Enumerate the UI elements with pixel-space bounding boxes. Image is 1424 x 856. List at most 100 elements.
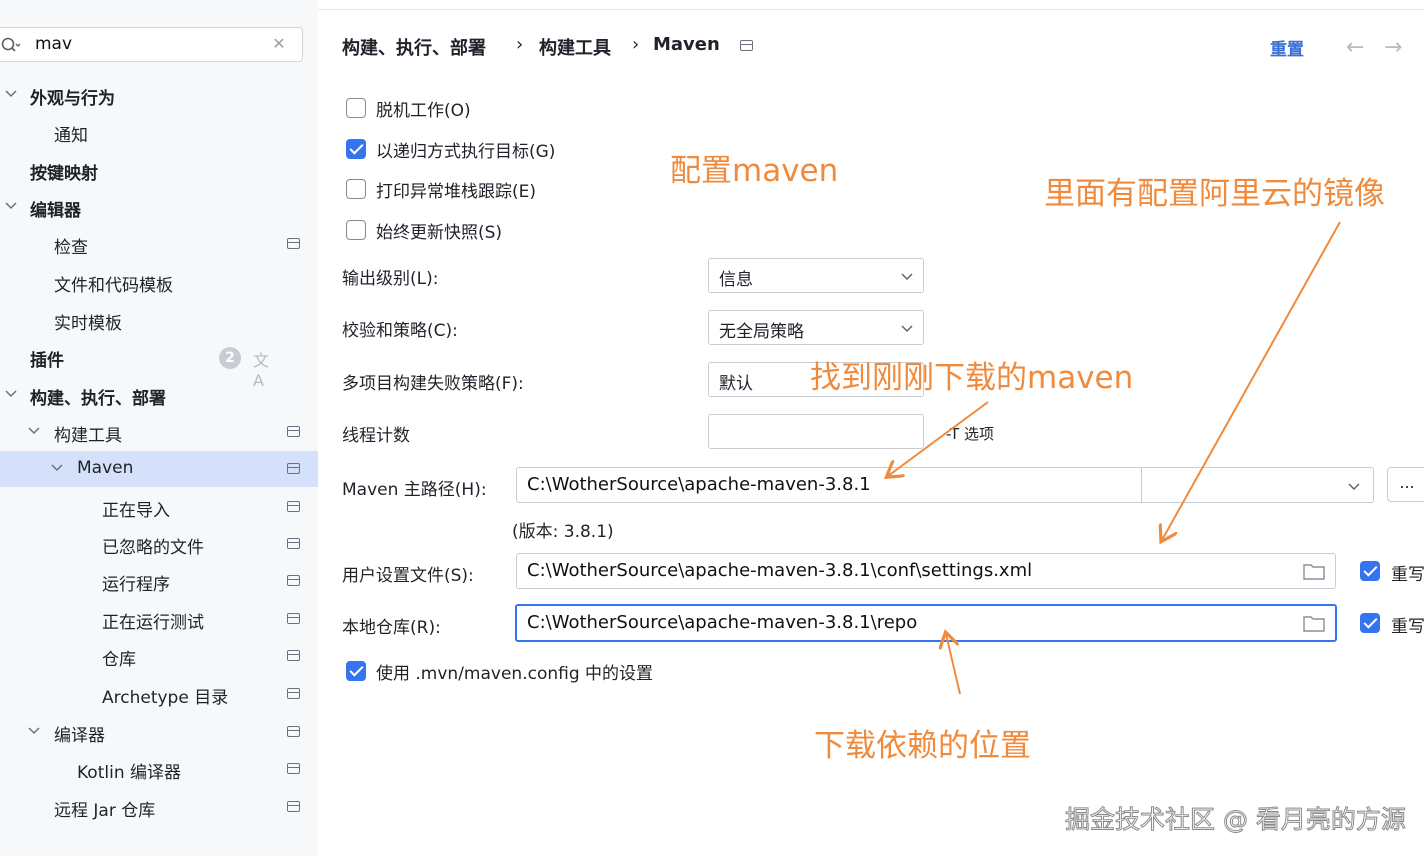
sidebar-item-appearance[interactable]: 外观与行为 <box>0 77 318 113</box>
breadcrumb-item[interactable]: 构建工具 <box>539 34 611 60</box>
sidebar-item-label: 已忽略的文件 <box>102 538 204 558</box>
translate-icon: 文A <box>253 351 270 390</box>
recursive-checkbox[interactable] <box>346 139 366 159</box>
folder-icon[interactable] <box>1303 615 1325 632</box>
local-repo-override-checkbox[interactable] <box>1360 613 1380 633</box>
thread-count-input[interactable] <box>708 414 924 449</box>
project-scope-icon <box>287 763 300 774</box>
divider <box>318 9 1424 10</box>
plugin-count-badge: 2 <box>219 347 241 369</box>
chevron-down-icon[interactable] <box>50 461 64 475</box>
project-scope-icon <box>287 801 300 812</box>
sidebar-item-label: Kotlin 编译器 <box>77 763 181 783</box>
sidebar-item-label: 编译器 <box>54 726 105 746</box>
sidebar-item-maven[interactable]: Maven <box>0 451 318 487</box>
sidebar-item-label: 插件 <box>30 351 64 371</box>
search-query: mav <box>35 34 73 54</box>
sidebar-item-label: 运行程序 <box>102 575 170 595</box>
settings-search-input[interactable]: mav ✕ <box>0 27 303 62</box>
clear-search-icon[interactable]: ✕ <box>271 36 287 52</box>
sidebar-item-label: 构建、执行、部署 <box>30 389 166 409</box>
sidebar-item-running-tests[interactable]: 正在运行测试 <box>0 601 318 637</box>
sidebar-item-label: 远程 Jar 仓库 <box>54 801 156 821</box>
sidebar-item-editor[interactable]: 编辑器 <box>0 189 318 225</box>
chevron-down-icon[interactable] <box>4 199 18 213</box>
annotation-download-location: 下载依赖的位置 <box>814 728 1031 764</box>
sidebar-item-kotlin-compiler[interactable]: Kotlin 编译器 <box>0 751 318 787</box>
print-stack-checkbox[interactable] <box>346 179 366 199</box>
user-settings-value: C:\WotherSource\apache-maven-3.8.1\conf\… <box>527 560 1033 581</box>
sidebar-item-importing[interactable]: 正在导入 <box>0 489 318 525</box>
sidebar-item-build-tools[interactable]: 构建工具 <box>0 414 318 450</box>
multiproject-fail-label: 多项目构建失败策略(F): <box>342 374 524 394</box>
sidebar-item-compiler[interactable]: 编译器 <box>0 714 318 750</box>
sidebar-item-repositories[interactable]: 仓库 <box>0 638 318 674</box>
sidebar-item-inspections[interactable]: 检查 <box>0 226 318 262</box>
checksum-policy-value: 无全局策略 <box>719 322 804 342</box>
offline-checkbox[interactable] <box>346 98 366 118</box>
project-scope-icon <box>740 40 753 51</box>
local-repo-value: C:\WotherSource\apache-maven-3.8.1\repo <box>527 612 918 633</box>
folder-icon[interactable] <box>1303 563 1325 580</box>
sidebar-item-ignored-files[interactable]: 已忽略的文件 <box>0 526 318 562</box>
sidebar-item-file-templates[interactable]: 文件和代码模板 <box>0 264 318 300</box>
output-level-select[interactable]: 信息 <box>708 258 924 293</box>
project-scope-icon <box>287 613 300 624</box>
sidebar-item-label: 构建工具 <box>54 426 122 446</box>
sidebar-item-label: 实时模板 <box>54 314 122 334</box>
sidebar-item-plugins[interactable]: 插件 2 文A <box>0 339 318 390</box>
local-repo-input[interactable]: C:\WotherSource\apache-maven-3.8.1\repo <box>515 604 1337 642</box>
annotation-config-maven: 配置maven <box>670 153 839 189</box>
chevron-down-icon[interactable] <box>4 387 18 401</box>
breadcrumb-item: Maven <box>653 34 720 55</box>
project-scope-icon <box>287 726 300 737</box>
breadcrumb-item[interactable]: 构建、执行、部署 <box>342 34 486 60</box>
search-icon <box>1 37 21 52</box>
sidebar-item-label: 按键映射 <box>30 164 98 184</box>
sidebar-item-runner[interactable]: 运行程序 <box>0 563 318 599</box>
user-settings-input[interactable]: C:\WotherSource\apache-maven-3.8.1\conf\… <box>516 553 1336 589</box>
sidebar-item-archetype-catalogs[interactable]: Archetype 目录 <box>0 676 318 712</box>
chevron-down-icon[interactable] <box>27 724 41 738</box>
browse-maven-home-button[interactable]: ... <box>1387 467 1424 502</box>
sidebar-item-live-templates[interactable]: 实时模板 <box>0 302 318 338</box>
chevron-down-icon[interactable] <box>27 424 41 438</box>
checksum-policy-select[interactable]: 无全局策略 <box>708 310 924 345</box>
arrow-left-icon[interactable]: ← <box>1346 36 1370 60</box>
sidebar-item-label: 仓库 <box>102 650 136 670</box>
sidebar-item-build-exec-deploy[interactable]: 构建、执行、部署 <box>0 377 318 413</box>
project-scope-icon <box>287 501 300 512</box>
reset-button[interactable]: 重置 <box>1270 35 1304 60</box>
maven-home-combobox[interactable]: C:\WotherSource\apache-maven-3.8.1 <box>516 467 1374 503</box>
chevron-down-icon[interactable] <box>1348 480 1360 492</box>
thread-count-label: 线程计数 <box>342 426 410 446</box>
offline-label: 脱机工作(O) <box>376 101 471 121</box>
chevron-down-icon[interactable] <box>4 87 18 101</box>
project-scope-icon <box>287 426 300 437</box>
annotation-find-maven: 找到刚刚下载的maven <box>810 360 1134 396</box>
watermark: 掘金技术社区 @ 看月亮的方源 <box>1065 805 1407 835</box>
settings-sidebar: mav ✕ 外观与行为 通知 按键映射 编辑器 检查 文件和代码模板 实时模板 … <box>0 0 318 856</box>
chevron-down-icon <box>901 273 913 280</box>
breadcrumb-separator: › <box>632 34 640 55</box>
use-mvn-config-checkbox[interactable] <box>346 661 366 681</box>
sidebar-item-keymap[interactable]: 按键映射 <box>0 152 318 188</box>
sidebar-item-label: 正在运行测试 <box>102 613 204 633</box>
sidebar-item-label: Maven <box>77 458 134 478</box>
multiproject-fail-value: 默认 <box>719 374 753 394</box>
user-settings-override-label: 重写 <box>1391 565 1424 585</box>
local-repo-override-label: 重写 <box>1391 617 1424 637</box>
project-scope-icon <box>287 650 300 661</box>
sidebar-item-remote-jar-repos[interactable]: 远程 Jar 仓库 <box>0 789 318 825</box>
sidebar-item-notifications[interactable]: 通知 <box>0 114 318 150</box>
output-level-value: 信息 <box>719 270 753 290</box>
arrow-right-icon[interactable]: → <box>1384 36 1408 60</box>
user-settings-override-checkbox[interactable] <box>1360 561 1380 581</box>
sidebar-item-label: 通知 <box>54 126 88 146</box>
sidebar-item-label: 编辑器 <box>30 201 81 221</box>
update-snapshots-label: 始终更新快照(S) <box>376 223 503 243</box>
use-mvn-config-label: 使用 .mvn/maven.config 中的设置 <box>376 664 654 684</box>
recursive-label: 以递归方式执行目标(G) <box>376 142 556 162</box>
update-snapshots-checkbox[interactable] <box>346 220 366 240</box>
output-level-label: 输出级别(L): <box>342 269 439 289</box>
